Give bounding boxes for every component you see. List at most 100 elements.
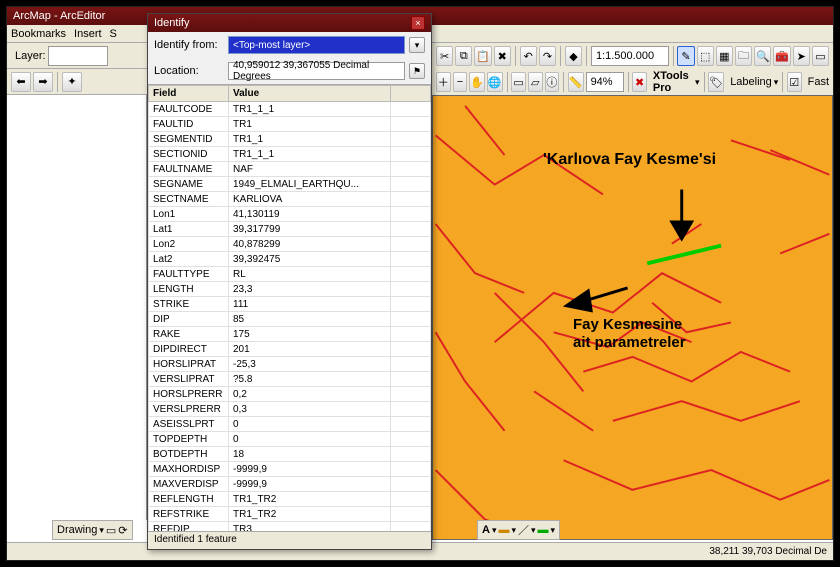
table-row[interactable]: Lon240,878299 (149, 237, 431, 252)
table-row[interactable]: FAULTTYPERL (149, 267, 431, 282)
field-cell: STRIKE (149, 297, 229, 312)
value-cell: TR1_TR2 (229, 507, 391, 522)
status-coords: 38,211 39,703 Decimal De (709, 546, 827, 557)
table-row[interactable]: VERSLPRERR0,3 (149, 402, 431, 417)
redo-icon[interactable]: ↷ (539, 46, 556, 66)
measure-icon[interactable]: 📏 (568, 72, 584, 92)
table-row[interactable]: REFLENGTHTR1_TR2 (149, 492, 431, 507)
table-row[interactable]: Lat139,317799 (149, 222, 431, 237)
clear-sel-icon[interactable]: ▱ (528, 72, 543, 92)
table-row[interactable]: TOPDEPTH0 (149, 432, 431, 447)
full-extent-icon[interactable]: 🌐 (487, 72, 503, 92)
table-row[interactable]: LENGTH23,3 (149, 282, 431, 297)
location-label: Location: (154, 65, 224, 77)
fill-icon[interactable]: ▬ (498, 524, 509, 536)
table-row[interactable]: MAXVERDISP-9999,9 (149, 477, 431, 492)
python-icon[interactable]: ➤ (793, 46, 810, 66)
bold-icon[interactable]: A (482, 524, 490, 536)
select-elem-icon[interactable]: ▭ (106, 524, 116, 537)
scale-combo[interactable]: 1:1.500.000 (591, 46, 669, 66)
field-cell: BOTDEPTH (149, 447, 229, 462)
col-value[interactable]: Value (229, 86, 391, 102)
zoom-out-icon[interactable]: − (453, 72, 468, 92)
pct-combo[interactable]: 94% (586, 72, 624, 92)
identify-grid[interactable]: Field Value FAULTCODETR1_1_1FAULTIDTR1SE… (148, 84, 431, 531)
table-row[interactable]: RAKE175 (149, 327, 431, 342)
cut-icon[interactable]: ✂ (436, 46, 453, 66)
table-row[interactable]: SECTIONIDTR1_1_1 (149, 147, 431, 162)
identify-from-combo[interactable]: <Top-most layer> (228, 36, 405, 54)
nav-fwd-icon[interactable]: ➡ (33, 72, 53, 92)
table-row[interactable]: VERSLIPRAT?5.8 (149, 372, 431, 387)
menu-s[interactable]: S (110, 28, 117, 40)
close-icon[interactable]: × (411, 16, 425, 30)
map-view[interactable]: 'Karlıova Fay Kesme'si Fay Kesmesine ait… (432, 95, 833, 540)
table-row[interactable]: Lat239,392475 (149, 252, 431, 267)
paste-icon[interactable]: 📋 (474, 46, 491, 66)
tool-a-icon[interactable]: ⬚ (697, 46, 714, 66)
line-icon[interactable]: ／ (518, 522, 529, 538)
identify-from-dropdown-icon[interactable]: ▾ (409, 37, 425, 53)
catalog-icon[interactable]: 🗀 (735, 46, 752, 66)
sel-icon[interactable]: ▭ (511, 72, 526, 92)
tool-icon[interactable]: ✦ (62, 72, 82, 92)
table-row[interactable]: Lon141,130119 (149, 207, 431, 222)
value-cell: TR3 (229, 522, 391, 532)
xtools-label[interactable]: XTools Pro (653, 70, 693, 94)
ident-icon[interactable]: ⓘ (545, 72, 560, 92)
table-row[interactable]: MAXHORDISP-9999,9 (149, 462, 431, 477)
line-color-icon[interactable]: ▬ (538, 524, 549, 536)
nav-back-icon[interactable]: ⬅ (11, 72, 31, 92)
location-field[interactable]: 40,959012 39,367055 Decimal Degrees (228, 62, 405, 80)
identify-dialog[interactable]: Identify × Identify from: <Top-most laye… (147, 13, 432, 550)
table-row[interactable]: HORSLPRERR0,2 (149, 387, 431, 402)
add-data-icon[interactable]: ◆ (565, 46, 582, 66)
pan-icon[interactable]: ✋ (469, 72, 485, 92)
delete-icon[interactable]: ✖ (494, 46, 511, 66)
table-row[interactable]: REFDIPTR3 (149, 522, 431, 532)
drawing-label[interactable]: Drawing (57, 524, 97, 536)
editor-icon[interactable]: ✎ (677, 46, 694, 66)
field-cell: Lon1 (149, 207, 229, 222)
field-cell: Lat2 (149, 252, 229, 267)
identify-titlebar[interactable]: Identify × (148, 14, 431, 32)
label-icon[interactable]: 🏷 (708, 72, 724, 92)
table-row[interactable]: ASEISSLPRT0 (149, 417, 431, 432)
col-field[interactable]: Field (149, 86, 229, 102)
location-units-icon[interactable]: ⚑ (409, 63, 425, 79)
layer-combo[interactable] (48, 46, 108, 66)
copy-icon[interactable]: ⧉ (455, 46, 472, 66)
menu-insert[interactable]: Insert (74, 28, 102, 40)
search-icon[interactable]: 🔍 (754, 46, 771, 66)
table-row[interactable]: FAULTIDTR1 (149, 117, 431, 132)
table-row[interactable]: REFSTRIKETR1_TR2 (149, 507, 431, 522)
value-cell: TR1_TR2 (229, 492, 391, 507)
value-cell: TR1_1_1 (229, 102, 391, 117)
table-row[interactable]: FAULTCODETR1_1_1 (149, 102, 431, 117)
annotation-params2: ait parametreler (573, 334, 686, 351)
undo-icon[interactable]: ↶ (520, 46, 537, 66)
xtools-icon[interactable]: ✖ (632, 72, 647, 92)
value-cell: 39,317799 (229, 222, 391, 237)
menu-bookmarks[interactable]: Bookmarks (11, 28, 66, 40)
table-row[interactable]: SEGNAME1949_ELMALI_EARTHQU... (149, 177, 431, 192)
table-row[interactable]: SECTNAMEKARLIOVA (149, 192, 431, 207)
field-cell: MAXVERDISP (149, 477, 229, 492)
table-row[interactable]: HORSLIPRAT-25,3 (149, 357, 431, 372)
zoom-in-icon[interactable]: ＋ (436, 72, 451, 92)
table-row[interactable]: STRIKE111 (149, 297, 431, 312)
misc-icon[interactable]: ▭ (812, 46, 829, 66)
value-cell: TR1 (229, 117, 391, 132)
value-cell: 0 (229, 417, 391, 432)
table-row[interactable]: DIP85 (149, 312, 431, 327)
tool-b-icon[interactable]: ▦ (716, 46, 733, 66)
table-row[interactable]: DIPDIRECT201 (149, 342, 431, 357)
table-row[interactable]: BOTDEPTH18 (149, 447, 431, 462)
fast-check[interactable]: ☑ (787, 72, 802, 92)
toolbox-icon[interactable]: 🧰 (773, 46, 790, 66)
labeling-label[interactable]: Labeling (730, 76, 772, 88)
table-row[interactable]: FAULTNAMENAF (149, 162, 431, 177)
value-cell: 0 (229, 432, 391, 447)
rotate-icon[interactable]: ⟳ (118, 524, 127, 537)
table-row[interactable]: SEGMENTIDTR1_1 (149, 132, 431, 147)
